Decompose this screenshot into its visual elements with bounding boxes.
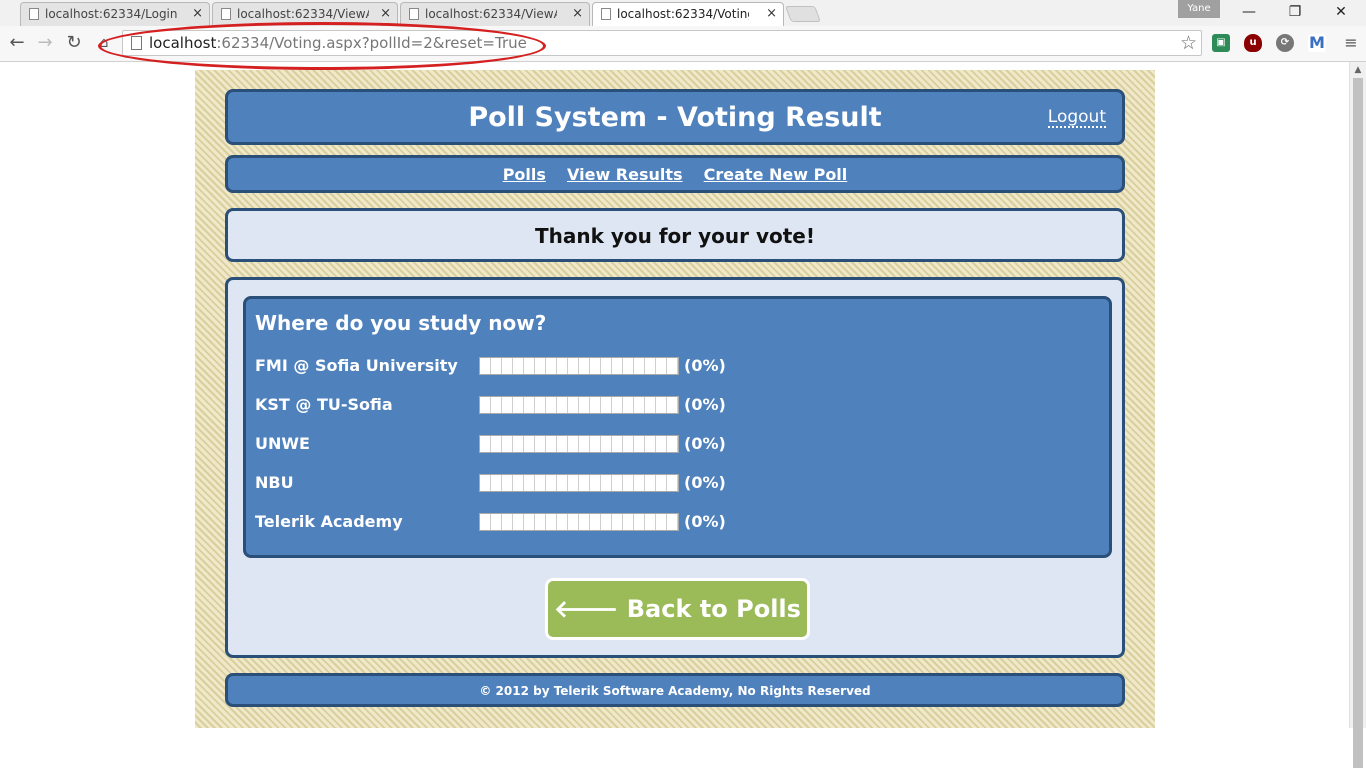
sync-icon[interactable]: ⟳	[1276, 34, 1294, 52]
main-nav: Polls View Results Create New Poll	[225, 155, 1125, 193]
page-icon	[409, 8, 419, 20]
result-bar	[479, 357, 679, 375]
result-row: FMI @ Sofia University (0%)	[255, 355, 855, 377]
result-row: Telerik Academy (0%)	[255, 511, 855, 533]
page-icon	[29, 8, 39, 20]
tab-strip: localhost:62334/Login.aspx × localhost:6…	[0, 0, 1366, 26]
option-percent: (0%)	[684, 356, 726, 375]
results-panel: Where do you study now? FMI @ Sofia Univ…	[225, 277, 1125, 658]
evernote-icon[interactable]: ▣	[1212, 34, 1230, 52]
ublock-icon[interactable]: u	[1244, 34, 1262, 52]
close-tab-icon[interactable]: ×	[380, 3, 391, 25]
nav-link-view-results[interactable]: View Results	[567, 158, 683, 192]
page-icon	[601, 8, 611, 20]
result-bar	[479, 474, 679, 492]
close-window-button[interactable]: ✕	[1326, 2, 1356, 22]
back-to-polls-button[interactable]: 🡐 Back to Polls	[545, 578, 810, 640]
result-row: KST @ TU-Sofia (0%)	[255, 394, 855, 416]
option-label: NBU	[255, 473, 294, 492]
close-tab-icon[interactable]: ×	[766, 3, 777, 25]
nav-link-polls[interactable]: Polls	[503, 158, 546, 192]
option-percent: (0%)	[684, 512, 726, 531]
poll-results: Where do you study now? FMI @ Sofia Univ…	[243, 296, 1112, 558]
browser-tab-voting[interactable]: localhost:62334/Voting.asp ×	[592, 2, 784, 26]
option-percent: (0%)	[684, 434, 726, 453]
close-tab-icon[interactable]: ×	[192, 3, 203, 25]
result-bar	[479, 396, 679, 414]
option-percent: (0%)	[684, 395, 726, 414]
tab-label: localhost:62334/ViewAllPo	[425, 7, 557, 21]
menu-icon[interactable]: ≡	[1340, 32, 1362, 54]
option-label: UNWE	[255, 434, 310, 453]
result-row: UNWE (0%)	[255, 433, 855, 455]
restore-button[interactable]: ❐	[1280, 2, 1310, 22]
url-highlight-ellipse	[98, 22, 546, 70]
thank-you-message: Thank you for your vote!	[225, 208, 1125, 262]
browser-tab-viewall-2[interactable]: localhost:62334/ViewAllPo ×	[400, 2, 590, 26]
reload-icon[interactable]: ↻	[63, 32, 85, 54]
option-percent: (0%)	[684, 473, 726, 492]
tab-label: localhost:62334/Voting.asp	[617, 7, 749, 21]
new-tab-button[interactable]	[785, 6, 821, 22]
poll-question: Where do you study now?	[255, 311, 547, 335]
page-title: Poll System - Voting Result	[468, 102, 882, 133]
result-bar	[479, 435, 679, 453]
option-label: Telerik Academy	[255, 512, 403, 531]
profile-button[interactable]: Yane	[1178, 0, 1220, 18]
tab-label: localhost:62334/Login.aspx	[45, 7, 177, 21]
gmail-icon[interactable]: M	[1308, 34, 1326, 52]
page-icon	[221, 8, 231, 20]
minimize-button[interactable]: —	[1234, 2, 1264, 22]
page-header: Poll System - Voting Result Logout	[225, 89, 1125, 145]
page-scrollbar[interactable]: ▲	[1349, 62, 1366, 768]
bookmark-star-icon[interactable]: ☆	[1180, 32, 1197, 54]
nav-link-create-poll[interactable]: Create New Poll	[704, 158, 848, 192]
page-content: Poll System - Voting Result Logout Polls…	[195, 70, 1155, 728]
logout-link[interactable]: Logout	[1047, 108, 1106, 128]
browser-tab-login[interactable]: localhost:62334/Login.aspx ×	[20, 2, 210, 26]
result-row: NBU (0%)	[255, 472, 855, 494]
result-bar	[479, 513, 679, 531]
forward-arrow-icon[interactable]: →	[34, 32, 56, 54]
option-label: FMI @ Sofia University	[255, 356, 458, 375]
close-tab-icon[interactable]: ×	[572, 3, 583, 25]
scroll-up-icon[interactable]: ▲	[1350, 62, 1366, 78]
scroll-thumb[interactable]	[1353, 78, 1363, 768]
page-footer: © 2012 by Telerik Software Academy, No R…	[225, 673, 1125, 707]
back-arrow-icon[interactable]: ←	[6, 32, 28, 54]
option-label: KST @ TU-Sofia	[255, 395, 393, 414]
